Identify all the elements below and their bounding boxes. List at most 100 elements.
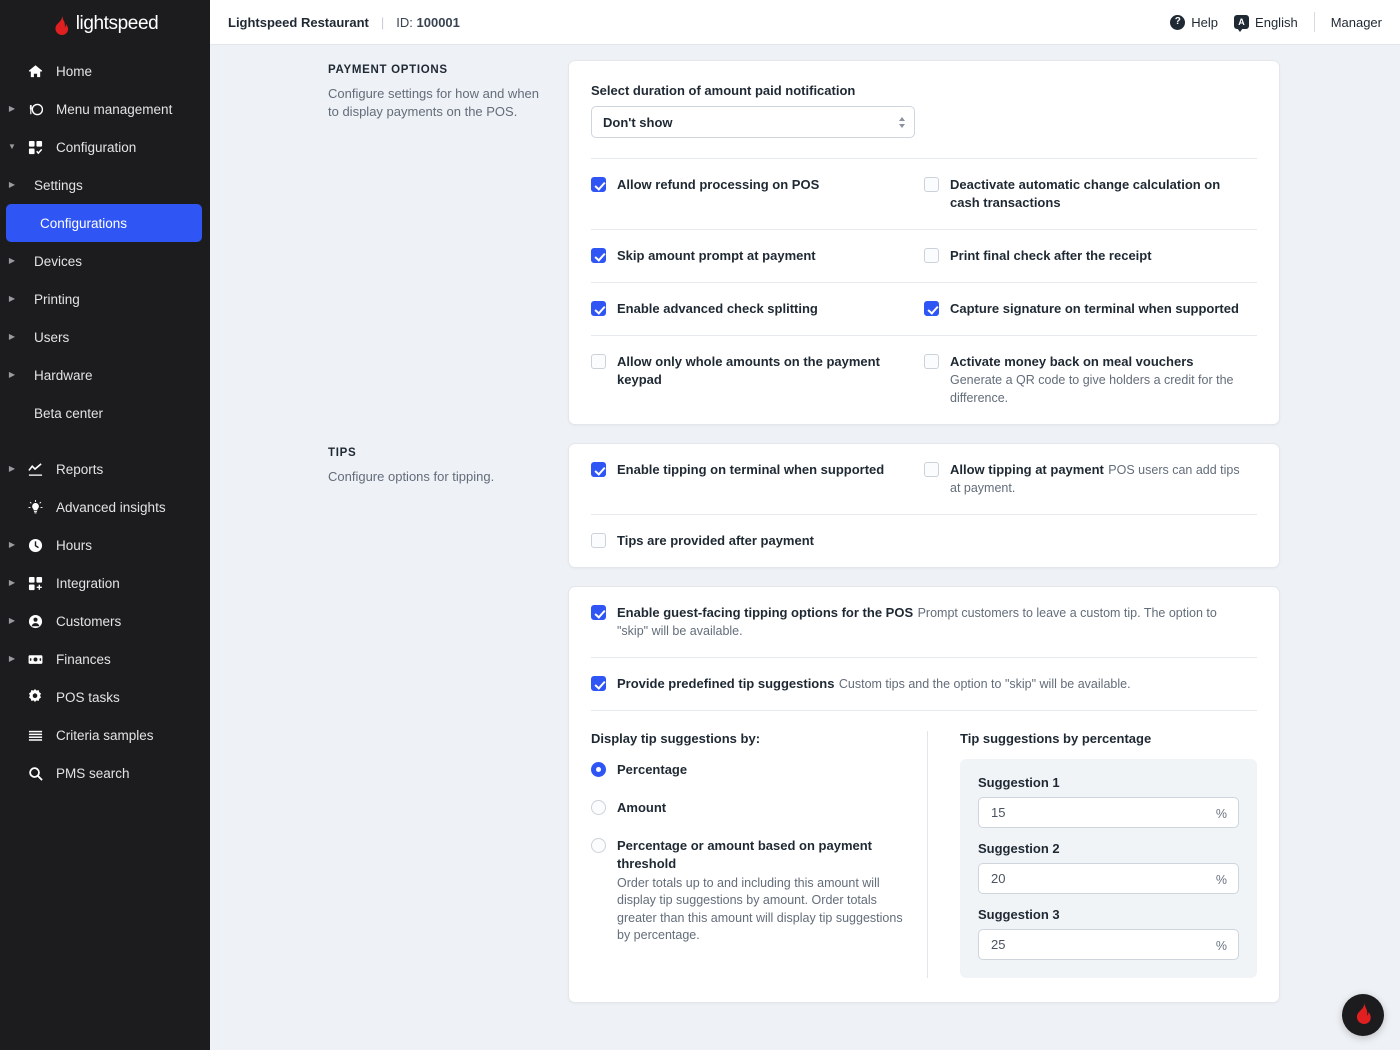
main-area: Lightspeed Restaurant | ID: 100001 ? Hel…	[210, 0, 1400, 1050]
duration-field-group: Select duration of amount paid notificat…	[591, 61, 1257, 158]
radio-percentage-or-amount-threshold[interactable]	[591, 838, 606, 853]
brand-name: lightspeed	[75, 13, 159, 34]
duration-select[interactable]: Don't show	[591, 106, 915, 138]
checkbox-item-advanced-check-splitting[interactable]: Enable advanced check splitting	[591, 300, 924, 318]
checkbox-guest-facing-tipping[interactable]	[591, 605, 606, 620]
checkbox-item-tips-after-payment[interactable]: Tips are provided after payment	[591, 532, 924, 550]
list-lines-icon	[22, 728, 48, 743]
checkbox-deactivate-change-calc[interactable]	[924, 177, 939, 192]
checkbox-allow-refund[interactable]	[591, 177, 606, 192]
section-description-empty	[328, 586, 568, 1003]
suggestion-1-input[interactable]: 15 %	[978, 797, 1239, 828]
sidebar-item-pms-search[interactable]: PMS search	[0, 754, 210, 792]
checkbox-tips-after-payment[interactable]	[591, 533, 606, 548]
sidebar-item-beta-center[interactable]: Beta center	[0, 394, 210, 432]
checkbox-label: Activate money back on meal vouchers	[950, 354, 1194, 369]
chevron-right-icon[interactable]: ▶	[0, 617, 22, 625]
sidebar-item-label: Users	[34, 329, 70, 345]
chevron-right-icon[interactable]: ▶	[0, 105, 22, 113]
checkbox-print-final-check[interactable]	[924, 248, 939, 263]
checkbox-whole-amounts[interactable]	[591, 354, 606, 369]
radio-item-amount[interactable]: Amount	[591, 799, 903, 817]
sidebar-item-menu-management[interactable]: ▶ Menu management	[0, 90, 210, 128]
sidebar-item-label: Integration	[56, 575, 120, 591]
checkbox-item-whole-amounts[interactable]: Allow only whole amounts on the payment …	[591, 353, 924, 407]
chevron-right-icon[interactable]: ▶	[0, 371, 22, 379]
checkbox-item-predefined-tip-suggestions[interactable]: Provide predefined tip suggestions Custo…	[591, 675, 1257, 693]
checkbox-label: Allow refund processing on POS	[617, 177, 820, 192]
checkbox-money-back-vouchers[interactable]	[924, 354, 939, 369]
sidebar-item-home[interactable]: Home	[0, 52, 210, 90]
support-chat-fab[interactable]	[1342, 994, 1384, 1036]
checkbox-enable-tipping-terminal[interactable]	[591, 462, 606, 477]
checkbox-item-print-final-check[interactable]: Print final check after the receipt	[924, 247, 1257, 265]
sidebar-item-label: Home	[56, 63, 93, 79]
checkbox-allow-tipping-payment[interactable]	[924, 462, 939, 477]
sidebar-item-users[interactable]: ▶ Users	[0, 318, 210, 356]
suggestion-3-input[interactable]: 25 %	[978, 929, 1239, 960]
chevron-right-icon[interactable]: ▶	[0, 655, 22, 663]
sidebar-item-customers[interactable]: ▶ Customers	[0, 602, 210, 640]
brand-logo[interactable]: lightspeed	[0, 0, 210, 44]
sidebar-item-settings[interactable]: ▶ Settings	[0, 166, 210, 204]
sidebar-item-pos-tasks[interactable]: POS tasks	[0, 678, 210, 716]
radio-percentage[interactable]	[591, 762, 606, 777]
checkbox-predefined-tip-suggestions[interactable]	[591, 676, 606, 691]
checkbox-row: Skip amount prompt at payment Print fina…	[591, 230, 1257, 282]
checkbox-item-deactivate-change-calc[interactable]: Deactivate automatic change calculation …	[924, 176, 1257, 212]
checkbox-capture-signature[interactable]	[924, 301, 939, 316]
sidebar-item-label: Configuration	[56, 139, 137, 155]
checkbox-label: Enable advanced check splitting	[617, 301, 818, 316]
sidebar-item-label: PMS search	[56, 765, 130, 781]
sidebar-item-criteria-samples[interactable]: Criteria samples	[0, 716, 210, 754]
sidebar-item-devices[interactable]: ▶ Devices	[0, 242, 210, 280]
topbar-left: Lightspeed Restaurant | ID: 100001	[228, 15, 460, 30]
sidebar-item-label: Printing	[34, 291, 80, 307]
checkbox-item-enable-tipping-terminal[interactable]: Enable tipping on terminal when supporte…	[591, 461, 924, 497]
sidebar-item-printing[interactable]: ▶ Printing	[0, 280, 210, 318]
checkbox-item-skip-amount-prompt[interactable]: Skip amount prompt at payment	[591, 247, 924, 265]
sidebar-item-hours[interactable]: ▶ Hours	[0, 526, 210, 564]
sidebar-item-configuration[interactable]: ▼ Configuration	[0, 128, 210, 166]
checkbox-advanced-check-splitting[interactable]	[591, 301, 606, 316]
language-selector[interactable]: A English	[1234, 15, 1298, 32]
checkbox-item-allow-tipping-payment[interactable]: Allow tipping at payment POS users can a…	[924, 461, 1257, 497]
sidebar-item-finances[interactable]: ▶ Finances	[0, 640, 210, 678]
radio-label: Percentage or amount based on payment th…	[617, 838, 873, 871]
sidebar: lightspeed Home ▶ Menu management ▼ Conf…	[0, 0, 210, 1050]
suggestion-2-unit: %	[1215, 872, 1227, 887]
checkbox-text: Allow refund processing on POS	[617, 176, 908, 212]
radio-item-percentage-or-amount-threshold[interactable]: Percentage or amount based on payment th…	[591, 837, 903, 944]
content-scroll[interactable]: PAYMENT OPTIONS Configure settings for h…	[210, 45, 1400, 1050]
suggestion-2-input[interactable]: 20 %	[978, 863, 1239, 894]
checkbox-item-allow-refund[interactable]: Allow refund processing on POS	[591, 176, 924, 212]
top-bar: Lightspeed Restaurant | ID: 100001 ? Hel…	[210, 0, 1400, 45]
sidebar-item-advanced-insights[interactable]: Advanced insights	[0, 488, 210, 526]
chevron-right-icon[interactable]: ▶	[0, 465, 22, 473]
checkbox-skip-amount-prompt[interactable]	[591, 248, 606, 263]
home-icon	[22, 64, 48, 79]
help-button[interactable]: ? Help	[1170, 14, 1219, 30]
chevron-right-icon[interactable]: ▶	[0, 541, 22, 549]
section-title: TIPS	[328, 447, 357, 459]
radio-amount[interactable]	[591, 800, 606, 815]
chevron-right-icon[interactable]: ▶	[0, 295, 22, 303]
chevron-right-icon[interactable]: ▶	[0, 257, 22, 265]
checkbox-item-money-back-vouchers[interactable]: Activate money back on meal vouchers Gen…	[924, 353, 1257, 407]
checkbox-item-capture-signature[interactable]: Capture signature on terminal when suppo…	[924, 300, 1257, 318]
sidebar-item-hardware[interactable]: ▶ Hardware	[0, 356, 210, 394]
chevron-right-icon[interactable]: ▶	[0, 579, 22, 587]
sidebar-item-reports[interactable]: ▶ Reports	[0, 450, 210, 488]
tip-suggestions-grid: Display tip suggestions by: Percentage A…	[591, 711, 1257, 1002]
sidebar-item-integration[interactable]: ▶ Integration	[0, 564, 210, 602]
restaurant-name: Lightspeed Restaurant	[228, 14, 369, 30]
help-label: Help	[1191, 14, 1219, 30]
chevron-right-icon[interactable]: ▶	[0, 181, 22, 189]
checkbox-item-guest-facing-tipping[interactable]: Enable guest-facing tipping options for …	[591, 604, 1257, 640]
tip-suggestions-title: Tip suggestions by percentage	[960, 731, 1152, 746]
chevron-right-icon[interactable]: ▶	[0, 333, 22, 341]
sidebar-item-configurations[interactable]: Configurations	[6, 204, 202, 242]
user-menu[interactable]: Manager	[1331, 15, 1382, 30]
chevron-down-icon[interactable]: ▼	[0, 143, 22, 151]
radio-item-percentage[interactable]: Percentage	[591, 761, 903, 779]
